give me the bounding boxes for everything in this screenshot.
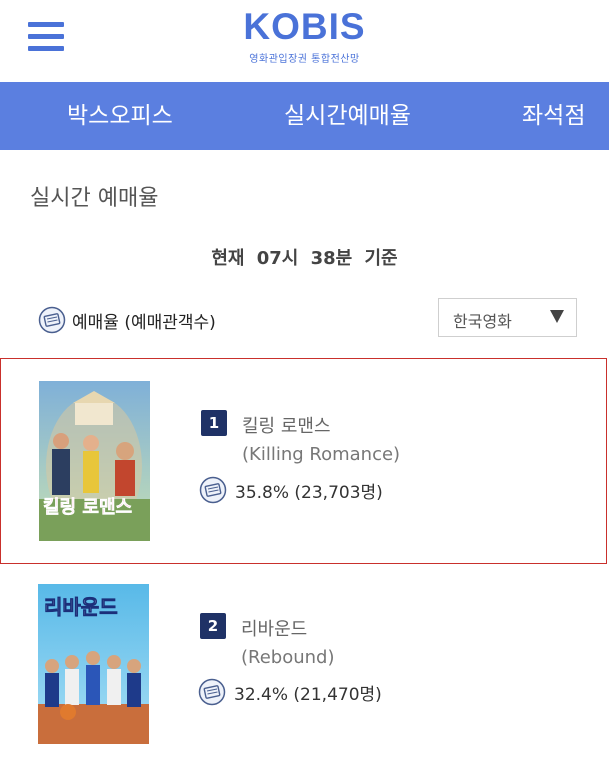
poster-image-killing-romance: 킬링 로맨스	[39, 381, 150, 541]
movie-type-select[interactable]: 한국영화	[438, 298, 577, 337]
rank-badge: 1	[201, 410, 227, 436]
nav-item-boxoffice[interactable]: 박스오피스	[67, 82, 173, 150]
page-title: 실시간 예매율	[30, 186, 159, 211]
movie-card[interactable]: 킬링 로맨스 1 킬링 로맨스 (Killing Romance) 35.8% …	[0, 358, 607, 564]
ticket-icon	[38, 306, 66, 334]
legend: 예매율 (예매관객수)	[38, 306, 216, 334]
movie-card[interactable]: 리바운드 2 리바운드 (Rebound) 32.4% (21,470명)	[0, 564, 607, 758]
rank-badge: 2	[200, 613, 226, 639]
ticket-icon	[199, 476, 227, 504]
booking-rate-value: 35.8% (23,703명)	[235, 482, 383, 503]
movie-title-en: (Killing Romance)	[242, 444, 401, 465]
main-nav: 박스오피스 실시간예매율 좌석점	[0, 82, 609, 150]
ticket-icon	[198, 678, 226, 706]
poster-title-text: 킬링 로맨스	[43, 497, 132, 518]
movie-poster[interactable]: 킬링 로맨스	[39, 381, 150, 541]
logo-subtitle: 영화관입장권 통합전산망	[249, 54, 360, 65]
app-header: KOBIS 영화관입장권 통합전산망	[0, 0, 609, 82]
nav-item-realtime-booking[interactable]: 실시간예매율	[284, 82, 411, 150]
booking-rate-value: 32.4% (21,470명)	[234, 684, 382, 705]
poster-title-text: 리바운드	[44, 595, 118, 619]
movie-title-kr[interactable]: 킬링 로맨스	[242, 412, 331, 438]
movie-title-en: (Rebound)	[241, 647, 335, 668]
booking-rate-row: 35.8% (23,703명)	[199, 476, 383, 504]
kobis-logo[interactable]: KOBIS 영화관입장권 통합전산망	[0, 6, 609, 65]
current-time-label: 현재 07시 38분 기준	[211, 248, 398, 269]
select-value: 한국영화	[453, 312, 512, 331]
poster-image-rebound: 리바운드	[38, 584, 149, 744]
booking-rate-row: 32.4% (21,470명)	[198, 678, 382, 706]
nav-item-seat[interactable]: 좌석점	[522, 82, 585, 150]
movie-poster[interactable]: 리바운드	[38, 584, 149, 744]
logo-text: KOBIS	[243, 6, 366, 47]
legend-label: 예매율 (예매관객수)	[72, 312, 216, 333]
movie-title-kr[interactable]: 리바운드	[241, 615, 307, 641]
dropdown-arrow-icon	[550, 310, 564, 323]
